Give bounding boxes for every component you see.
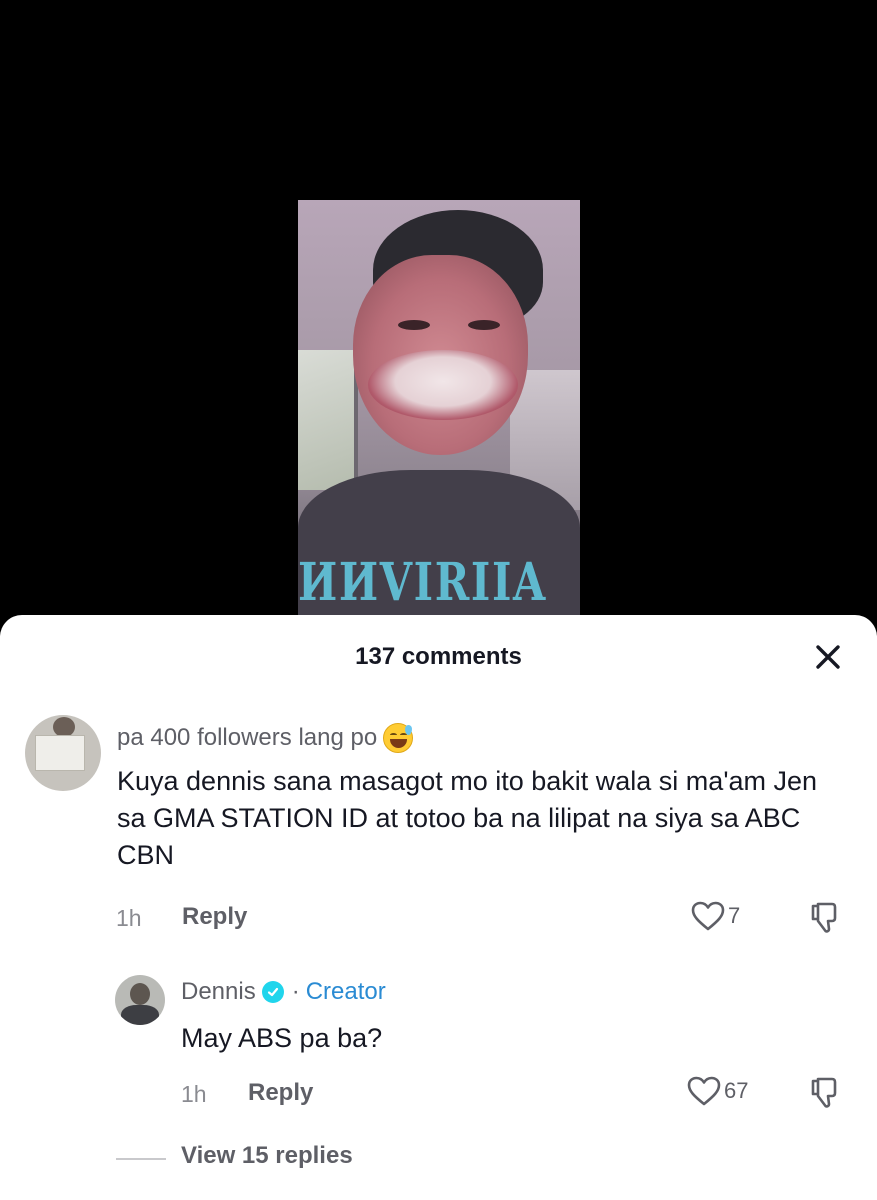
comment-username-text: pa 400 followers lang po [117,724,378,751]
thumbs-down-icon [811,902,837,933]
creator-label: Creator [305,978,386,1005]
verified-badge-icon [261,981,284,1003]
avatar-body [121,1005,159,1025]
view-replies-divider [116,1158,166,1160]
video-player[interactable]: ИИVIRIIA [0,0,877,615]
dislike-button[interactable] [806,900,842,941]
avatar[interactable] [25,715,101,791]
avatar-sign [35,735,85,771]
avatar-head [130,983,150,1005]
comments-count-title: 137 comments [355,643,522,670]
comments-sheet: 137 comments pa 400 followers lang po Ku… [0,615,877,1200]
reply-button[interactable]: Reply [182,903,247,931]
reply-username-text: Dennis [181,978,256,1005]
comment-time: 1h [116,905,142,931]
grinning-face-with-sweat-icon [383,723,414,753]
eye-right [468,320,500,330]
separator-dot: · [291,978,300,1005]
heart-icon [691,901,725,931]
like-button[interactable]: 7 [690,900,740,932]
reply-dislike-button[interactable] [806,1075,842,1116]
reply-text: May ABS pa ba? [181,1023,383,1053]
close-icon [816,645,840,669]
reply-time: 1h [181,1081,207,1107]
close-button[interactable] [808,637,848,677]
reply-reply-button[interactable]: Reply [248,1079,313,1107]
thumbs-down-icon [811,1077,837,1108]
shirt-print: ИИVIRIIA [298,552,547,613]
avatar-head [53,717,75,737]
comment-username[interactable]: pa 400 followers lang po [117,723,414,753]
comment-text: Kuya dennis sana masagot mo ito bakit wa… [117,766,818,870]
reply-like-count: 67 [724,1078,749,1103]
reply-like-button[interactable]: 67 [686,1075,748,1107]
video-thumbnail[interactable]: ИИVIRIIA [298,200,580,615]
eye-left [398,320,430,330]
creator-avatar[interactable] [115,975,165,1025]
heart-icon [687,1076,721,1106]
car-window [298,350,358,490]
view-replies-button[interactable]: View 15 replies [181,1142,353,1170]
reply-username[interactable]: Dennis · Creator [181,978,386,1006]
like-count: 7 [728,903,741,928]
mouth-filter [368,350,518,420]
